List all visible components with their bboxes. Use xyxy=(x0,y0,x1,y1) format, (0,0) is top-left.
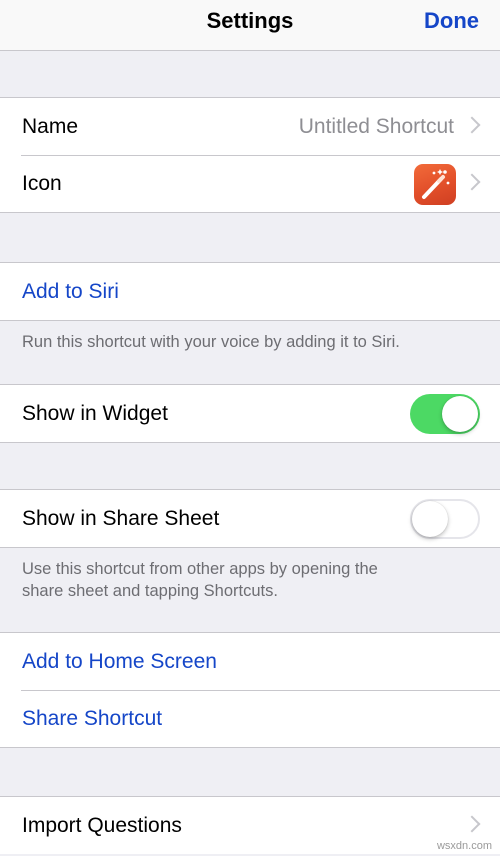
share-sheet-group: Show in Share Sheet xyxy=(0,489,500,548)
magic-wand-icon xyxy=(414,164,456,205)
siri-group: Add to Siri xyxy=(0,262,500,321)
done-button[interactable]: Done xyxy=(424,8,479,34)
import-questions-label: Import Questions xyxy=(22,814,182,837)
import-group: Import Questions xyxy=(0,796,500,854)
toggle-knob xyxy=(412,501,448,537)
name-label: Name xyxy=(22,115,79,138)
show-in-widget-label: Show in Widget xyxy=(22,402,168,425)
add-to-home-screen-button[interactable]: Add to Home Screen xyxy=(22,650,217,674)
widget-group: Show in Widget xyxy=(0,384,500,443)
name-value: Untitled Shortcut xyxy=(298,115,454,138)
icon-label: Icon xyxy=(22,172,62,195)
show-in-widget-toggle[interactable] xyxy=(410,394,480,434)
chevron-right-icon xyxy=(463,815,481,833)
show-in-share-sheet-label: Show in Share Sheet xyxy=(22,507,220,530)
toggle-knob xyxy=(442,396,478,432)
share-sheet-footer-line1: Use this shortcut from other apps by ope… xyxy=(22,560,378,578)
watermark: wsxdn.com xyxy=(436,840,492,852)
import-questions-row[interactable]: Import Questions xyxy=(0,797,500,854)
navigation-bar: Settings Done xyxy=(0,0,500,51)
show-in-widget-row: Show in Widget xyxy=(0,385,500,442)
add-to-siri-button[interactable]: Add to Siri xyxy=(22,280,119,304)
add-to-siri-row[interactable]: Add to Siri xyxy=(0,263,500,320)
show-in-share-sheet-toggle[interactable] xyxy=(410,499,480,539)
share-sheet-footer: Use this shortcut from other apps by ope… xyxy=(22,558,482,602)
actions-group: Add to Home Screen Share Shortcut xyxy=(0,632,500,748)
chevron-right-icon xyxy=(463,116,481,134)
chevron-right-icon xyxy=(463,173,481,191)
share-sheet-footer-line2: share sheet and tapping Shortcuts. xyxy=(22,582,278,600)
share-shortcut-button[interactable]: Share Shortcut xyxy=(22,707,162,731)
show-in-share-sheet-row: Show in Share Sheet xyxy=(0,490,500,547)
name-row[interactable]: Name Untitled Shortcut xyxy=(0,98,500,155)
add-to-home-screen-row[interactable]: Add to Home Screen xyxy=(0,633,500,690)
siri-footer: Run this shortcut with your voice by add… xyxy=(22,333,400,351)
icon-row[interactable]: Icon xyxy=(0,155,500,212)
name-icon-group: Name Untitled Shortcut Icon xyxy=(0,97,500,213)
share-shortcut-row[interactable]: Share Shortcut xyxy=(0,690,500,747)
